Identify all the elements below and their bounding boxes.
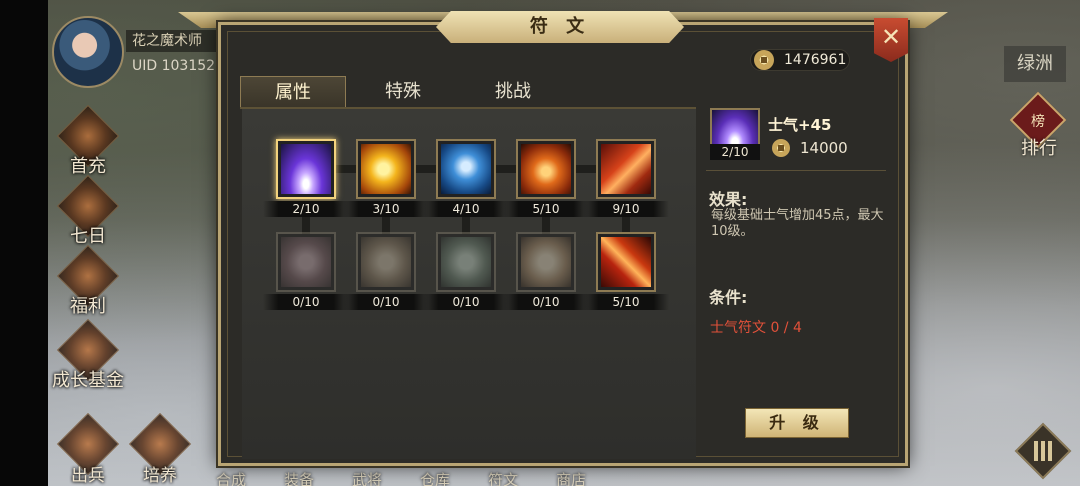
rune-detail-panel: 2/10 士气+45 14000 效果: 每级基础士气增加45点，最大10级。 … (698, 106, 896, 460)
rune-slot[interactable] (516, 139, 576, 199)
rune-connector (382, 214, 390, 234)
tab-special[interactable]: 特殊 (350, 76, 456, 108)
leaderboard-label: 排行 (1021, 138, 1057, 159)
blue-shield-icon (441, 144, 491, 194)
lightning-burst-icon (521, 237, 571, 287)
rune-level: 3/10 (343, 201, 429, 217)
charging-warrior-icon (361, 144, 411, 194)
detail-divider (706, 170, 886, 171)
rune-level: 2/10 (263, 201, 349, 217)
rune-connector (462, 214, 470, 234)
green-aura-icon (441, 237, 491, 287)
bottom-nav-generals[interactable]: 武将 (352, 469, 382, 486)
welfare-label: 福利 (70, 296, 106, 317)
effect-description: 每级基础士气增加45点，最大10级。 (711, 208, 884, 239)
menu-icon (1033, 441, 1053, 461)
rune-connector (622, 214, 630, 234)
condition-requirement: 士气符文 0 / 4 (710, 320, 802, 336)
player-avatar[interactable] (52, 16, 124, 88)
growth-fund-label: 成长基金 (52, 370, 124, 391)
coin-icon (754, 50, 774, 70)
rune-slot[interactable] (276, 232, 336, 292)
tab-attributes[interactable]: 属性 (240, 76, 346, 108)
rune-slot[interactable] (356, 139, 416, 199)
bottom-nav-strip: 合成 装备 武将 仓库 符文 商店 (200, 464, 900, 486)
flaming-blade-icon (601, 144, 651, 194)
effect-heading: 效果: (709, 190, 748, 209)
selected-rune-name: 士气+45 (768, 116, 832, 134)
bottom-nav-shop[interactable]: 商店 (556, 469, 586, 486)
bottom-nav-equipment[interactable]: 装备 (284, 469, 314, 486)
first-recharge-button[interactable]: 首充 (50, 104, 126, 178)
rune-level: 0/10 (343, 294, 429, 310)
growth-fund-button[interactable]: 成长基金 (50, 318, 126, 392)
pink-vortex-icon (281, 237, 331, 287)
rune-level: 9/10 (583, 201, 669, 217)
rune-slot[interactable] (516, 232, 576, 292)
dialog-title: 符 文 (436, 11, 684, 43)
leaderboard-button[interactable]: 榜 排行 (1004, 91, 1074, 162)
selected-rune-level: 2/10 (710, 144, 760, 160)
rune-level: 5/10 (583, 294, 669, 310)
fire-sword-icon (601, 237, 651, 287)
running-warrior-icon (361, 237, 411, 287)
rune-slot[interactable] (596, 139, 656, 199)
upgrade-cost-value: 14000 (800, 139, 848, 157)
main-menu-button[interactable] (1012, 420, 1074, 482)
bottom-nav-merge[interactable]: 合成 (216, 469, 246, 486)
rune-slot[interactable] (436, 232, 496, 292)
rune-level: 4/10 (423, 201, 509, 217)
player-name: 花之魔术师 (126, 30, 222, 52)
coin-icon (772, 139, 790, 157)
tab-challenge[interactable]: 挑战 (460, 76, 566, 108)
leaderboard-badge: 榜 (1031, 114, 1045, 130)
bottom-nav-warehouse[interactable]: 仓库 (420, 469, 450, 486)
rune-level: 5/10 (503, 201, 589, 217)
upgrade-cost: 14000 (772, 139, 848, 157)
rune-slot[interactable] (276, 139, 336, 199)
player-uid: UID 103152 (132, 58, 216, 74)
rune-level: 0/10 (503, 294, 589, 310)
bottom-nav-runes[interactable]: 符文 (488, 469, 518, 486)
purple-light-icon (281, 144, 331, 194)
rune-slot[interactable] (436, 139, 496, 199)
rune-level: 0/10 (423, 294, 509, 310)
dispatch-button[interactable]: 出兵 (50, 412, 126, 486)
seven-day-button[interactable]: 七日 (50, 174, 126, 248)
currency-amount: 1476961 (784, 52, 847, 68)
close-button[interactable]: ✕ (874, 18, 908, 62)
dispatch-label: 出兵 (71, 466, 105, 486)
rune-connector (542, 214, 550, 234)
rune-connector (302, 214, 310, 234)
screen-left-edge (0, 0, 48, 486)
rune-slot[interactable] (356, 232, 416, 292)
train-label: 培养 (143, 466, 177, 486)
rune-slot[interactable] (596, 232, 656, 292)
condition-heading: 条件: (709, 288, 748, 307)
train-button[interactable]: 培养 (122, 412, 198, 486)
fire-warrior-icon (521, 144, 571, 194)
region-label: 绿洲 (1004, 46, 1066, 82)
currency-display: 1476961 (750, 49, 850, 71)
upgrade-button[interactable]: 升 级 (745, 408, 849, 438)
rune-tabs: 属性 特殊 挑战 (240, 76, 570, 108)
welfare-button[interactable]: 福利 (50, 244, 126, 318)
rune-level: 0/10 (263, 294, 349, 310)
